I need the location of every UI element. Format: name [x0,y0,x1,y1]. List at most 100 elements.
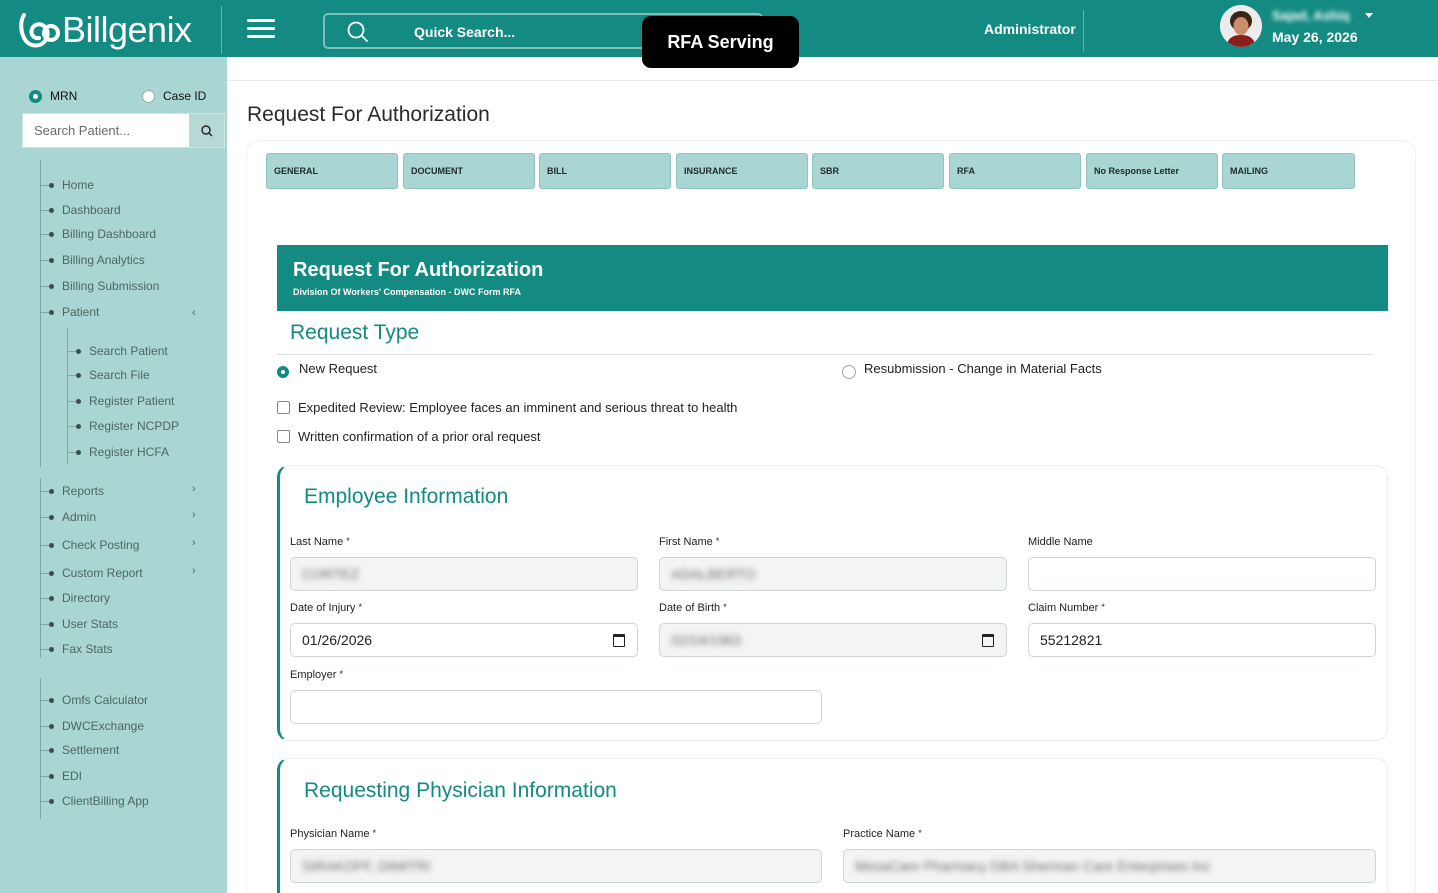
date-of-injury-field[interactable]: 01/26/2026 [290,623,638,657]
calendar-icon[interactable] [982,634,994,647]
sidebar-item-label: ClientBilling App [62,794,149,808]
tab-rfa[interactable]: RFA [949,153,1081,189]
brand-name: Billgenix [62,9,192,50]
sidebar-item-label: Search File [89,368,150,382]
sidebar-item-directory[interactable]: Directory [41,591,110,605]
rfa-banner: Request For Authorization Division Of Wo… [277,245,1388,311]
sidebar-item-clientbilling-app[interactable]: ClientBilling App [41,794,149,808]
sidebar-item-label: Patient [62,305,100,319]
physician-info-title: Requesting Physician Information [304,779,617,802]
sidebar-item-home[interactable]: Home [41,178,94,192]
checkbox-expedited-review[interactable]: Expedited Review: Employee faces an immi… [277,400,737,415]
tab-document[interactable]: DOCUMENT [403,153,535,189]
sidebar-item-dwcexchange[interactable]: DWCExchange [41,719,144,733]
radio-case-id[interactable]: Case ID [142,89,206,103]
checkbox-expedited-label: Expedited Review: Employee faces an immi… [298,400,738,415]
sidebar-item-user-stats[interactable]: User Stats [41,617,118,631]
request-type-title: Request Type [290,321,420,344]
tab-bill[interactable]: BILL [539,153,671,189]
checkbox-written-label: Written confirmation of a prior oral req… [298,429,541,444]
sidebar-item-omfs-calculator[interactable]: Omfs Calculator [41,693,148,707]
divider [277,354,1373,355]
sidebar-item-label: Register Patient [89,394,175,408]
date-of-birth-field[interactable]: 02/24/1963 [659,623,1007,657]
sidebar-item-billing-submission[interactable]: Billing Submission [41,279,159,293]
radio-button[interactable] [29,89,42,103]
sidebar-item-patient[interactable]: Patient [41,305,99,319]
tab-insurance[interactable]: INSURANCE [676,153,808,189]
sidebar-item-reports[interactable]: Reports [41,484,104,498]
option-new-request-label: New Request [299,364,378,376]
sidebar-item-search-file[interactable]: Search File [68,368,150,382]
sidebar-item-register-hcfa[interactable]: Register HCFA [68,445,169,459]
radio-button[interactable] [142,89,155,103]
sidebar-item-billing-analytics[interactable]: Billing Analytics [41,253,145,267]
first-name-field[interactable]: ADALBERTO [659,557,1007,591]
sidebar-item-settlement[interactable]: Settlement [41,743,119,757]
banner-title: Request For Authorization [293,259,544,281]
radio-case-id-label: Case ID [163,89,207,103]
sidebar-item-label: Billing Submission [62,279,160,293]
patient-search-input[interactable] [23,114,190,147]
option-new-request[interactable]: New Request [277,364,377,379]
patient-search-button[interactable] [189,114,224,147]
sidebar-item-edi[interactable]: EDI [41,769,82,783]
tab-no-response-letter[interactable]: No Response Letter [1086,153,1218,189]
divider [1083,10,1084,52]
user-role: Administrator [984,21,1076,37]
brand-logo[interactable]: Billgenix [16,9,192,50]
sidebar-item-billing-dashboard[interactable]: Billing Dashboard [41,227,156,241]
sidebar-item-fax-stats[interactable]: Fax Stats [41,642,113,656]
practice-name-label: Practice Name * [843,828,922,840]
menu-toggle-icon[interactable] [247,17,275,41]
sidebar-item-dashboard[interactable]: Dashboard [41,203,121,217]
chevron-right-icon[interactable]: › [192,565,196,577]
sidebar-item-register-ncpdp[interactable]: Register NCPDP [68,419,179,433]
calendar-icon[interactable] [613,634,625,647]
page-title: Request For Authorization [247,103,490,126]
sidebar-item-label: Fax Stats [62,642,113,656]
sidebar-item-custom-report[interactable]: Custom Report [41,566,143,580]
sidebar-item-label: Register NCPDP [89,419,180,433]
option-resubmission[interactable]: Resubmission - Change in Material Facts [842,364,1102,379]
chevron-left-icon[interactable]: ‹ [192,307,196,319]
chevron-right-icon[interactable]: › [192,509,196,521]
radio-button[interactable] [842,364,856,379]
date-of-birth-label: Date of Birth * [659,602,727,614]
divider [227,80,1438,81]
radio-mrn[interactable]: MRN [29,89,77,103]
checkbox-written-confirmation[interactable]: Written confirmation of a prior oral req… [277,429,541,444]
chevron-down-icon[interactable] [1365,13,1373,18]
sidebar-item-label: Admin [62,510,97,524]
tab-general[interactable]: GENERAL [266,153,398,189]
claim-number-field[interactable]: 55212821 [1028,623,1376,657]
date-of-injury-value: 01/26/2026 [302,632,373,648]
user-name[interactable]: Sajad, Ashiq [1272,8,1350,23]
last-name-field[interactable]: CORTEZ [290,557,638,591]
chevron-right-icon[interactable]: › [192,537,196,549]
employer-label: Employer * [290,669,344,681]
chevron-right-icon[interactable]: › [192,483,196,495]
sidebar-item-check-posting[interactable]: Check Posting [41,538,139,552]
claim-number-label: Claim Number * [1028,602,1105,614]
checkbox[interactable] [277,430,290,443]
radio-button[interactable] [277,365,289,378]
sidebar-item-label: Billing Analytics [62,253,145,267]
checkbox[interactable] [277,401,290,414]
practice-name-field[interactable]: MesaCare Pharmacy DBA Sherman Care Enter… [843,849,1376,883]
date-of-birth-value: 02/24/1963 [671,632,742,648]
sidebar-item-label: Settlement [62,743,120,757]
employer-field[interactable] [290,690,822,724]
sidebar-item-search-patient[interactable]: Search Patient [68,344,168,358]
tab-mailing[interactable]: MAILING [1222,153,1355,189]
sidebar-item-admin[interactable]: Admin [41,510,96,524]
sidebar-item-label: Billing Dashboard [62,227,157,241]
sidebar-item-register-patient[interactable]: Register Patient [68,394,174,408]
tab-sbr[interactable]: SBR [812,153,944,189]
avatar[interactable] [1220,5,1262,47]
middle-name-label: Middle Name [1028,536,1093,548]
physician-name-field[interactable]: SIRAKOFF, DIMITRI [290,849,822,883]
physician-name-label: Physician Name * [290,828,377,840]
user-avatar-icon [1220,5,1262,47]
middle-name-field[interactable] [1028,557,1376,591]
